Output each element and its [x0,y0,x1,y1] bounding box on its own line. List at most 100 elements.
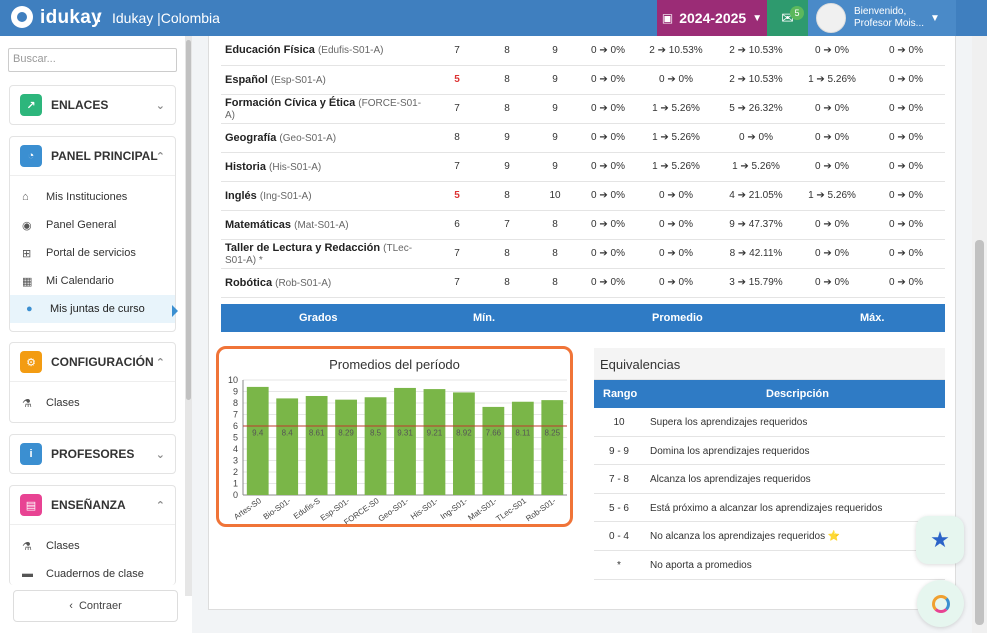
avatar [816,3,846,33]
promedio-cell: 9 [483,152,531,182]
sidebar-item-portal-servicios[interactable]: ⊞ Portal de servicios [10,239,175,267]
collapse-label: Contraer [78,600,122,612]
min-cell: 7 [431,36,483,66]
table-row: Geografía (Geo-S01-A) 8 9 9 0 ➔ 0% 1 ➔ 5.26% 0… [221,123,945,153]
min-cell: 5 [431,65,483,95]
subject-name[interactable]: Taller de Lectura y Redacción [225,242,380,254]
subject-code: (His-S01-A) [269,161,322,173]
sidebar-item-mi-calendario[interactable]: ▦ Mi Calendario [10,267,175,295]
idukay-assistant-icon [931,594,950,613]
count-cell: 0 ➔ 0% [797,123,867,153]
section-header[interactable]: ▤ ENSEÑANZA ⌃ [10,486,175,524]
section-profesores[interactable]: i PROFESORES ⌄ [9,434,176,474]
subject-cell: Robótica (Rob-S01-A) [221,268,431,298]
caret-down-icon: ▼ [930,12,940,24]
equivalence-range: * [617,559,621,571]
subject-cell: Español (Esp-S01-A) [221,65,431,95]
sidebar-item-label: Mis Instituciones [46,191,128,203]
equivalence-row: 10 Supera los aprendizajes requeridos [594,408,945,437]
x-tick-label: His-S01- [409,496,440,521]
palette-icon: ◉ [22,219,32,232]
brand-separator: : [96,7,102,26]
section-label: PANEL PRINCIPAL [51,149,158,163]
grades-table: Educación Física (Edufis-S01-A) 7 8 9 0 ➔ 0%… [221,36,945,298]
sidebar-item-mis-instituciones[interactable]: ⌂ Mis Instituciones [10,183,175,211]
brand-name[interactable]: idukay [40,7,102,29]
equivalences-title: Equivalencias [594,348,945,380]
max-cell: 9 [531,94,579,124]
subject-code: (Esp-S01-A) [270,74,326,86]
favorites-star-button[interactable]: ★ [916,516,964,564]
link-icon: ↗ [20,94,42,116]
bar-value-label: 9.31 [397,429,413,438]
footer-grados: Grados [299,312,338,324]
section-header[interactable]: ⚙ CONFIGURACIÓN ⌃ [10,343,175,381]
averages-chart: Promedios del período 0 1 2 3 4 5 6 7 8 9 10 9.4 Art… [216,346,573,527]
user-name: Profesor Mois... [854,18,925,29]
max-cell: 9 [531,152,579,182]
assistant-button[interactable] [917,580,964,627]
institution-name: Idukay |Colombia [112,10,220,26]
sidebar-item-clases-config[interactable]: ⚗ Clases [10,389,175,417]
collapse-sidebar-button[interactable]: ‹ Contraer [13,590,178,622]
section-enlaces[interactable]: ↗ ENLACES ⌄ [9,85,176,125]
table-row: Historia (His-S01-A) 7 9 9 0 ➔ 0% 1 ➔ 5.26% 1 … [221,152,945,182]
count-cell: 9 ➔ 47.37% [715,210,797,240]
min-cell: 7 [431,94,483,124]
cart-icon: ⊞ [22,247,32,260]
idukay-logo-icon[interactable] [11,6,33,28]
table-row: Taller de Lectura y Redacción (TLec-S01-… [221,239,945,269]
x-tick-label: Rob-S01- [524,496,557,523]
subject-name[interactable]: Historia [225,161,266,173]
sidebar-item-panel-general[interactable]: ◉ Panel General [10,211,175,239]
users-icon: ● [26,303,33,315]
subject-name[interactable]: Robótica [225,277,272,289]
year-selector[interactable]: ▣ 2024-2025 ▼ [657,0,767,36]
subject-name[interactable]: Español [225,74,268,86]
subject-name[interactable]: Inglés [225,190,257,202]
calendar-icon: ▦ [22,275,33,288]
subject-name[interactable]: Formación Cívica y Ética [225,97,355,109]
star-icon: ★ [930,527,950,552]
equivalence-description: Alcanza los aprendizajes requeridos [650,474,811,486]
y-tick-label: 7 [233,410,238,420]
page-scroll-thumb[interactable] [975,240,984,625]
count-cell: 1 ➔ 5.26% [637,123,715,153]
chevron-left-icon: ‹ [69,600,73,612]
subject-name[interactable]: Geografía [225,132,276,144]
subject-name[interactable]: Matemáticas [225,219,291,231]
table-row: Educación Física (Edufis-S01-A) 7 8 9 0 ➔ 0%… [221,36,945,66]
min-cell: 7 [431,239,483,269]
promedio-cell: 9 [483,123,531,153]
sidebar-item-cuadernos[interactable]: ▬ Cuadernos de clase [10,560,175,588]
promedio-cell: 8 [483,36,531,66]
bar [423,389,446,495]
min-cell: 7 [431,152,483,182]
equivalence-range: 10 [613,417,625,428]
bar-value-label: 8.29 [338,429,354,438]
count-cell: 0 ➔ 0% [637,210,715,240]
subject-cell: Matemáticas (Mat-S01-A) [221,210,431,240]
sidebar-item-label: Cuadernos de clase [46,568,144,580]
subject-cell: Taller de Lectura y Redacción (TLec-S01-… [221,239,431,269]
count-cell: 0 ➔ 0% [867,94,945,124]
sidebar-item-label: Clases [46,540,80,552]
equivalence-range: 7 - 8 [608,474,629,486]
section-header[interactable]: ◔ PANEL PRINCIPAL ⌃ [10,137,175,175]
footer-min: Mín. [473,312,495,324]
subject-cell: Educación Física (Edufis-S01-A) [221,36,431,66]
bar-value-label: 8.4 [282,429,294,438]
user-menu[interactable]: Bienvenido, Profesor Mois... ▼ [808,0,956,36]
search-input[interactable]: Buscar... [8,48,177,72]
count-cell: 0 ➔ 0% [797,36,867,66]
bar [482,406,505,495]
subject-name[interactable]: Educación Física [225,44,315,56]
bar-value-label: 8.61 [309,429,325,438]
subject-cell: Inglés (Ing-S01-A) [221,181,431,211]
flask-icon: ⚗ [22,397,32,410]
equivalence-row: 7 - 8 Alcanza los aprendizajes requeridos [594,465,945,494]
sidebar-scroll-thumb[interactable] [186,40,191,400]
greeting-text: Bienvenido, [854,6,907,17]
sidebar-item-mis-juntas-de-curso[interactable]: ● Mis juntas de curso [10,295,175,323]
sidebar-item-clases[interactable]: ⚗ Clases [10,532,175,560]
